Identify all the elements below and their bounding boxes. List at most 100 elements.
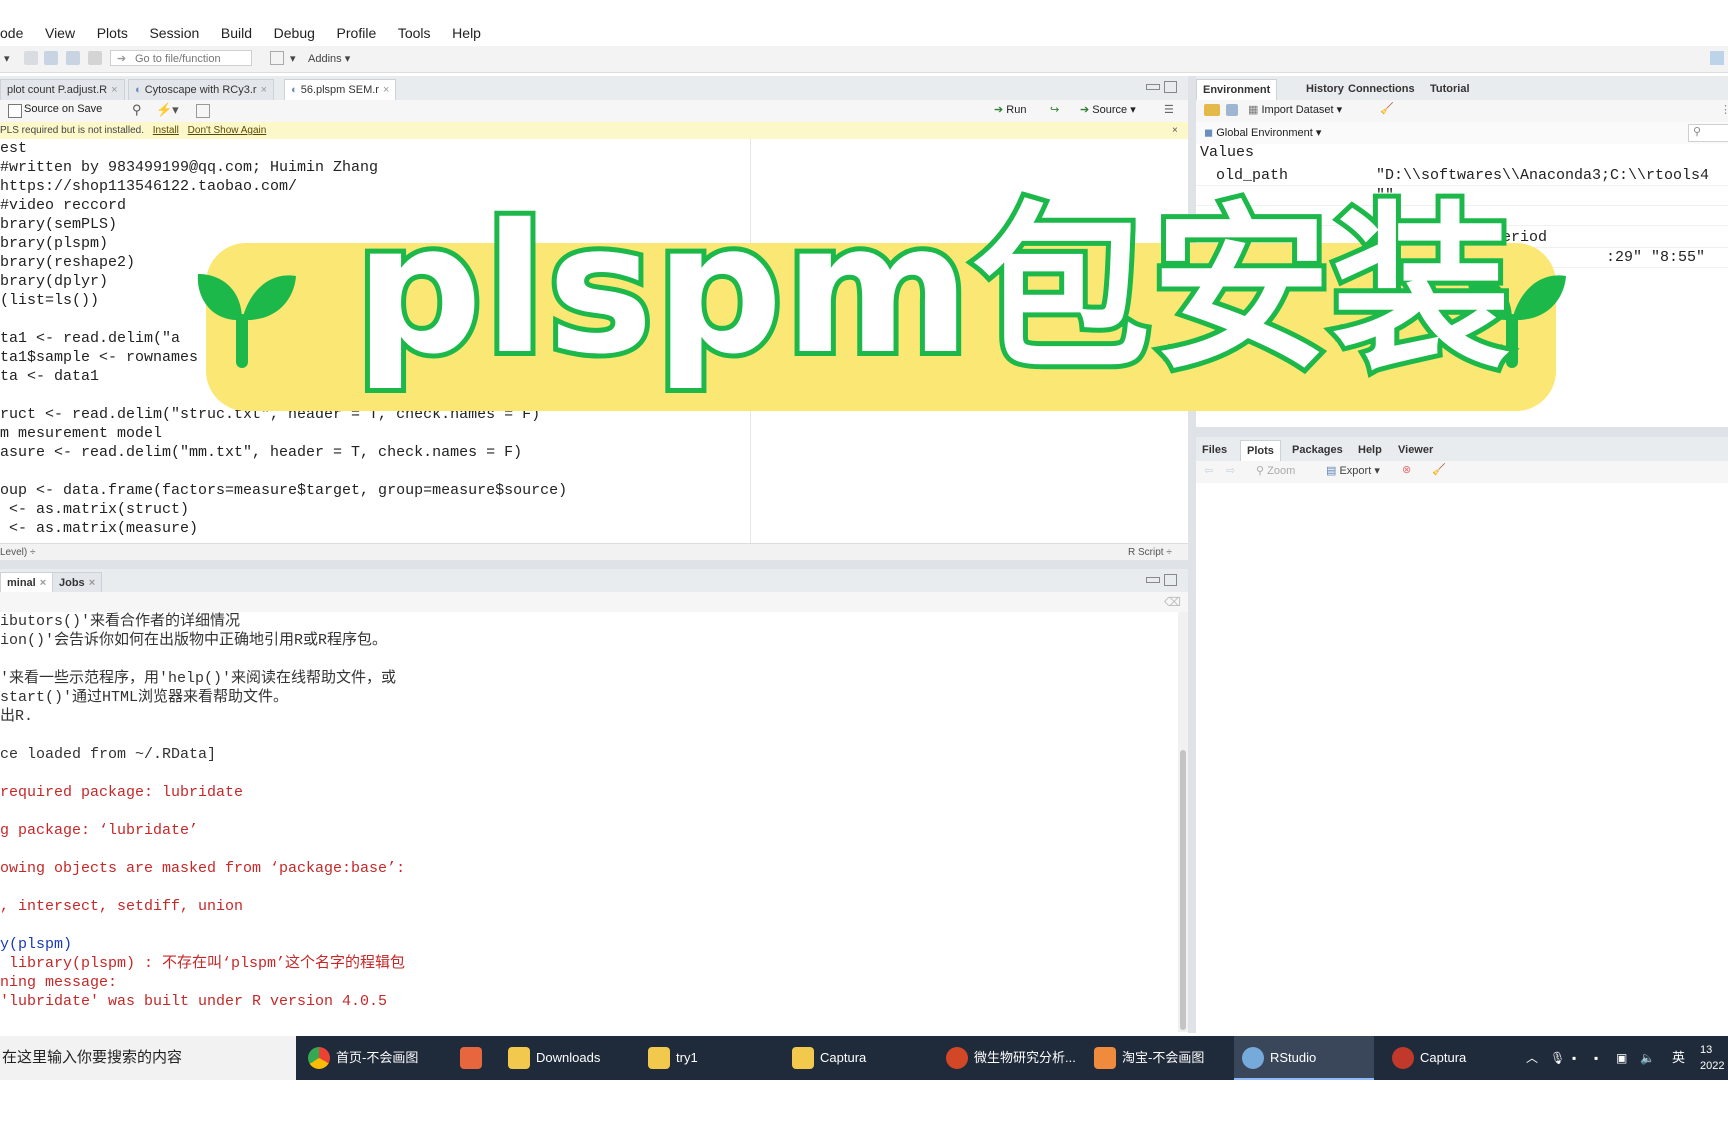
project-icon[interactable] [1710,51,1724,65]
menu-debug[interactable]: Debug [274,20,315,46]
clear-plots-icon[interactable]: 🧹 [1432,463,1446,476]
taskbar-item-app[interactable] [452,1036,488,1080]
print-icon[interactable] [88,51,102,65]
close-icon[interactable]: × [111,84,117,96]
menu-session[interactable]: Session [149,20,199,46]
maximize-pane-icon[interactable] [1164,574,1177,586]
clear-console-icon[interactable]: ⌫ [1164,595,1181,609]
tab-files[interactable]: Files [1196,440,1233,461]
outline-icon[interactable]: ☰ [1164,103,1174,116]
network-icon[interactable]: ▣ [1616,1036,1627,1080]
scope-dropdown[interactable]: ◼ Global Environment ▾ [1204,126,1321,139]
taskbar-item-rstudio[interactable]: RStudio [1234,1036,1374,1080]
menu-view[interactable]: View [45,20,75,46]
close-icon[interactable]: × [40,577,46,589]
source-on-save-checkbox[interactable] [8,104,22,118]
minimize-pane-icon[interactable] [1146,577,1160,583]
taskbar-item-powerpoint[interactable]: 微生物研究分析... [938,1036,1078,1080]
code-line[interactable]: #video reccord [0,196,126,215]
file-type-selector[interactable]: R Script ÷ [1128,544,1172,561]
minimize-pane-icon[interactable] [1146,84,1160,90]
close-icon[interactable]: × [89,577,95,589]
code-line[interactable]: asure <- read.delim("mm.txt", header = T… [0,443,522,462]
tab-connections[interactable]: Connections [1342,79,1421,100]
tab-plots[interactable]: Plots [1240,440,1281,462]
back-arrow-icon[interactable]: ⇦ [1204,464,1213,477]
export-button[interactable]: ▤ Export ▾ [1326,464,1380,477]
forward-arrow-icon[interactable]: ⇨ [1226,464,1235,477]
tab-terminal[interactable]: minal × [0,572,54,594]
addins-button[interactable]: Addins ▾ [308,51,350,67]
compile-report-icon[interactable] [196,104,210,118]
taskbar-item-captura[interactable]: Captura [1384,1036,1524,1080]
tab-viewer[interactable]: Viewer [1392,440,1439,461]
code-line[interactable]: <- as.matrix(measure) [0,519,198,538]
tab-packages[interactable]: Packages [1286,440,1349,461]
code-line[interactable]: oup <- data.frame(factors=measure$target… [0,481,567,500]
taskbar-item-chrome[interactable]: 首页-不会画图请... [300,1036,440,1109]
console-output[interactable]: ibutors()'来看合作者的详细情况 ion()'会告诉你如何在出版物中正确地… [0,612,1178,1032]
close-icon[interactable]: × [383,84,389,96]
save-all-icon[interactable] [66,51,80,65]
tray-app-icon[interactable]: ▪ [1572,1036,1586,1080]
code-line[interactable]: ta1$sample <- rownames [0,348,198,367]
menu-help[interactable]: Help [452,20,481,46]
remove-plot-icon[interactable]: ⊗ [1402,463,1411,476]
tab-jobs[interactable]: Jobs × [52,572,103,594]
microphone-icon[interactable]: 🎙 [1550,1036,1565,1080]
search-icon[interactable]: ⚲ [132,102,142,118]
save-icon[interactable] [44,51,58,65]
code-line[interactable]: est [0,139,27,158]
broom-icon[interactable]: 🧹 [1380,102,1394,115]
rerun-icon[interactable]: ↪ [1050,103,1059,116]
menu-code[interactable]: ode [0,20,23,46]
editor-tab-plspm[interactable]: ◐ 56.plspm SEM.r × [284,79,397,101]
tray-chevron-icon[interactable]: ︿ [1526,1036,1538,1080]
code-line[interactable]: (list=ls()) [0,291,99,310]
code-line[interactable]: brary(plspm) [0,234,108,253]
code-line[interactable]: ta <- data1 [0,367,99,386]
code-line[interactable]: <- as.matrix(struct) [0,500,189,519]
import-dataset-button[interactable]: ▦ Import Dataset ▾ [1248,103,1342,116]
close-icon[interactable]: × [1172,122,1178,139]
editor-tab-cytoscape[interactable]: ◐ Cytoscape with RCy3.r × [128,79,275,101]
code-line[interactable]: https://shop113546122.taobao.com/ [0,177,297,196]
code-line[interactable]: brary(dplyr) [0,272,108,291]
magic-wand-icon[interactable]: ⚡▾ [156,102,179,118]
maximize-pane-icon[interactable] [1164,81,1177,93]
more-icon[interactable]: ⋮ [1720,103,1728,116]
scope-indicator[interactable]: Level) ÷ [0,547,36,558]
tab-help[interactable]: Help [1352,440,1388,461]
taskbar-item-captura-folder[interactable]: Captura [784,1036,924,1080]
goto-file-input[interactable]: ➔ Go to file/function [110,50,252,66]
install-link[interactable]: Install [153,125,179,136]
dropdown-icon[interactable]: ▾ [4,51,10,67]
code-line[interactable]: #written by 983499199@qq.com; Huimin Zha… [0,158,378,177]
environment-search-input[interactable]: ⚲ [1688,124,1728,142]
load-workspace-icon[interactable] [1204,104,1220,116]
menu-build[interactable]: Build [221,20,252,46]
tab-environment[interactable]: Environment [1196,79,1278,101]
code-line[interactable]: brary(reshape2) [0,253,135,272]
editor-tab-plot-count[interactable]: plot count P.adjust.R × [0,79,125,101]
right-pane-splitter[interactable] [1196,427,1728,437]
volume-icon[interactable]: 🔈 [1640,1036,1655,1080]
taskbar-item-taobao[interactable]: 淘宝-不会画图请... [1086,1036,1226,1109]
pane-splitter[interactable] [0,560,1188,569]
code-line[interactable]: ta1 <- read.delim("a [0,329,180,348]
zoom-button[interactable]: ⚲ Zoom [1256,464,1295,477]
taskbar-item-try1[interactable]: try1 [640,1036,770,1080]
clock-date[interactable]: 2022 [1700,1044,1724,1088]
dont-show-again-link[interactable]: Don't Show Again [188,125,267,136]
code-line[interactable]: m mesurement model [0,424,162,443]
save-workspace-icon[interactable] [1226,104,1238,116]
menu-profile[interactable]: Profile [337,20,377,46]
source-button[interactable]: ➔ Source ▾ [1080,103,1136,116]
open-file-icon[interactable] [24,51,38,65]
menu-tools[interactable]: Tools [398,20,431,46]
ime-indicator[interactable]: 英 [1672,1036,1685,1080]
code-line[interactable]: brary(semPLS) [0,215,117,234]
grid-layout-icon[interactable] [270,51,284,65]
taskbar-item-downloads[interactable]: Downloads [500,1036,630,1080]
tab-tutorial[interactable]: Tutorial [1424,79,1476,100]
